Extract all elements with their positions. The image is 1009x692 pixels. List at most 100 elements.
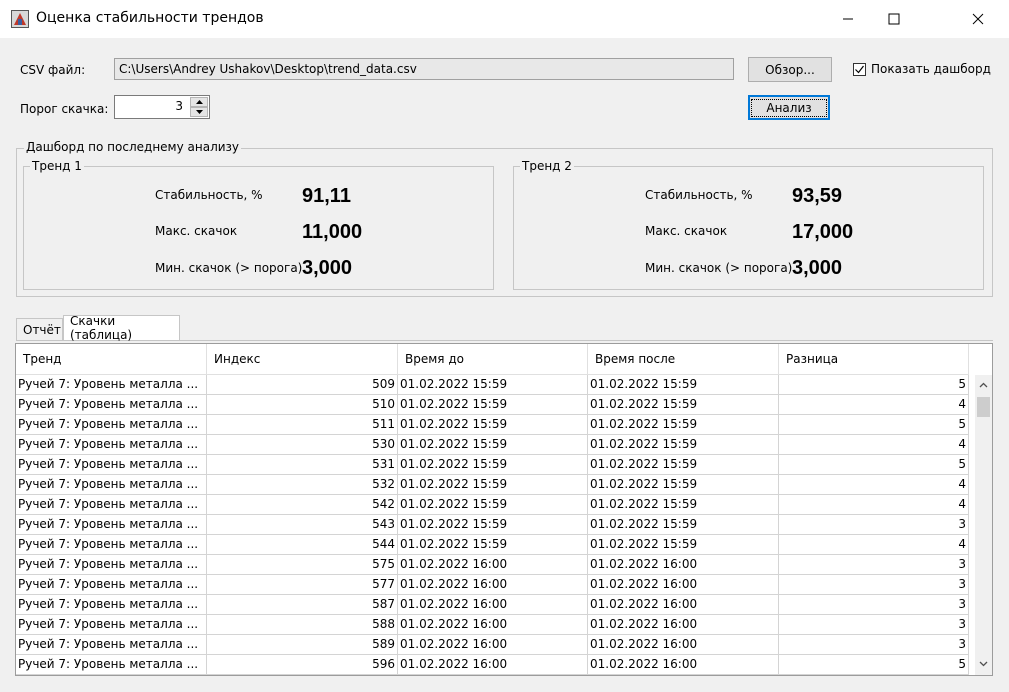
table-cell[interactable]: Ручей 7: Уровень металла ... — [16, 535, 207, 555]
maximize-button[interactable] — [871, 0, 917, 38]
table-cell[interactable]: 01.02.2022 15:59 — [398, 415, 588, 435]
table-cell[interactable]: 01.02.2022 15:59 — [398, 515, 588, 535]
table-cell[interactable]: 4 — [779, 475, 969, 495]
table-cell[interactable]: Ручей 7: Уровень металла ... — [16, 595, 207, 615]
column-header[interactable]: Тренд — [16, 344, 207, 375]
show-dashboard-checkbox[interactable]: Показать дашборд — [853, 62, 991, 76]
table-cell[interactable]: 01.02.2022 16:00 — [588, 615, 779, 635]
table-cell[interactable]: Ручей 7: Уровень металла ... — [16, 375, 207, 395]
table-cell[interactable]: 5 — [779, 375, 969, 395]
table-cell[interactable]: 588 — [207, 615, 398, 635]
table-row[interactable]: Ручей 7: Уровень металла ... 531 01.02.202… — [16, 455, 969, 475]
column-header[interactable]: Индекс — [207, 344, 398, 375]
tab-report[interactable]: Отчёт — [16, 318, 63, 340]
table-cell[interactable]: 01.02.2022 15:59 — [398, 495, 588, 515]
table-cell[interactable]: 3 — [779, 595, 969, 615]
table-cell[interactable]: 01.02.2022 16:00 — [588, 655, 779, 675]
table-cell[interactable]: Ручей 7: Уровень металла ... — [16, 475, 207, 495]
threshold-value[interactable]: 3 — [175, 99, 183, 113]
table-cell[interactable]: Ручей 7: Уровень металла ... — [16, 455, 207, 475]
close-button[interactable] — [955, 0, 1001, 38]
table-cell[interactable]: 3 — [779, 635, 969, 655]
table-cell[interactable]: 01.02.2022 15:59 — [588, 415, 779, 435]
column-header[interactable]: Время до — [398, 344, 588, 375]
table-cell[interactable]: Ручей 7: Уровень металла ... — [16, 415, 207, 435]
table-row[interactable]: Ручей 7: Уровень металла ... 509 01.02.202… — [16, 375, 969, 395]
minimize-button[interactable] — [825, 0, 871, 38]
table-cell[interactable]: 01.02.2022 16:00 — [398, 635, 588, 655]
table-row[interactable]: Ручей 7: Уровень металла ... 589 01.02.202… — [16, 635, 969, 655]
table-cell[interactable]: 01.02.2022 16:00 — [588, 575, 779, 595]
table-row[interactable]: Ручей 7: Уровень металла ... 587 01.02.202… — [16, 595, 969, 615]
table-row[interactable]: Ручей 7: Уровень металла ... 544 01.02.202… — [16, 535, 969, 555]
table-cell[interactable]: 01.02.2022 15:59 — [588, 515, 779, 535]
table-cell[interactable]: 509 — [207, 375, 398, 395]
table-cell[interactable]: 01.02.2022 16:00 — [398, 615, 588, 635]
table-cell[interactable]: Ручей 7: Уровень металла ... — [16, 555, 207, 575]
table-cell[interactable]: 01.02.2022 15:59 — [588, 395, 779, 415]
analyze-button[interactable]: Анализ — [748, 95, 830, 120]
table-cell[interactable]: 577 — [207, 575, 398, 595]
table-cell[interactable]: 4 — [779, 535, 969, 555]
table-cell[interactable]: Ручей 7: Уровень металла ... — [16, 615, 207, 635]
table-cell[interactable]: 5 — [779, 655, 969, 675]
table-cell[interactable]: 5 — [779, 415, 969, 435]
table-cell[interactable]: 01.02.2022 16:00 — [398, 595, 588, 615]
scroll-up-button[interactable] — [975, 376, 992, 393]
table-cell[interactable]: 01.02.2022 15:59 — [398, 535, 588, 555]
table-cell[interactable]: 01.02.2022 15:59 — [398, 455, 588, 475]
table-cell[interactable]: 01.02.2022 15:59 — [588, 495, 779, 515]
table-cell[interactable]: 3 — [779, 615, 969, 635]
table-cell[interactable]: 01.02.2022 16:00 — [398, 555, 588, 575]
table-cell[interactable]: 531 — [207, 455, 398, 475]
table-cell[interactable]: 511 — [207, 415, 398, 435]
table-row[interactable]: Ручей 7: Уровень металла ... 530 01.02.202… — [16, 435, 969, 455]
scroll-down-button[interactable] — [975, 655, 992, 672]
table-cell[interactable]: 01.02.2022 15:59 — [398, 375, 588, 395]
table-cell[interactable]: 596 — [207, 655, 398, 675]
table-cell[interactable]: Ручей 7: Уровень металла ... — [16, 495, 207, 515]
table-cell[interactable]: 542 — [207, 495, 398, 515]
table-cell[interactable]: 01.02.2022 16:00 — [398, 655, 588, 675]
table-cell[interactable]: Ручей 7: Уровень металла ... — [16, 395, 207, 415]
table-cell[interactable]: 01.02.2022 15:59 — [398, 395, 588, 415]
table-cell[interactable]: 510 — [207, 395, 398, 415]
threshold-spinner[interactable]: 3 — [114, 95, 210, 119]
checkbox-box[interactable] — [853, 62, 866, 76]
table-row[interactable]: Ручей 7: Уровень металла ... 532 01.02.202… — [16, 475, 969, 495]
table-cell[interactable]: 544 — [207, 535, 398, 555]
table-cell[interactable]: 01.02.2022 15:59 — [588, 375, 779, 395]
table-cell[interactable]: Ручей 7: Уровень металла ... — [16, 635, 207, 655]
table-cell[interactable]: 575 — [207, 555, 398, 575]
spinner-down-button[interactable] — [190, 107, 208, 117]
table-row[interactable]: Ручей 7: Уровень металла ... 596 01.02.202… — [16, 655, 969, 675]
table-cell[interactable]: 3 — [779, 575, 969, 595]
tab-jumps-table[interactable]: Скачки (таблица) — [63, 314, 180, 342]
table-row[interactable]: Ручей 7: Уровень металла ... 588 01.02.202… — [16, 615, 969, 635]
table-cell[interactable]: 01.02.2022 15:59 — [588, 435, 779, 455]
table-row[interactable]: Ручей 7: Уровень металла ... 575 01.02.202… — [16, 555, 969, 575]
table-cell[interactable]: Ручей 7: Уровень металла ... — [16, 515, 207, 535]
table-cell[interactable]: 530 — [207, 435, 398, 455]
table-cell[interactable]: 589 — [207, 635, 398, 655]
table-cell[interactable]: 532 — [207, 475, 398, 495]
table-cell[interactable]: 543 — [207, 515, 398, 535]
csv-path-field[interactable]: C:\Users\Andrey Ushakov\Desktop\trend_da… — [114, 58, 734, 80]
table-row[interactable]: Ручей 7: Уровень металла ... 511 01.02.202… — [16, 415, 969, 435]
table-cell[interactable]: 01.02.2022 15:59 — [588, 475, 779, 495]
table-cell[interactable]: 4 — [779, 395, 969, 415]
table-cell[interactable]: 4 — [779, 435, 969, 455]
table-cell[interactable]: 01.02.2022 15:59 — [588, 455, 779, 475]
table-cell[interactable]: Ручей 7: Уровень металла ... — [16, 435, 207, 455]
table-cell[interactable]: 01.02.2022 16:00 — [588, 635, 779, 655]
table-cell[interactable]: 01.02.2022 15:59 — [398, 475, 588, 495]
table-cell[interactable]: 587 — [207, 595, 398, 615]
table-cell[interactable]: Ручей 7: Уровень металла ... — [16, 655, 207, 675]
table-row[interactable]: Ручей 7: Уровень металла ... 543 01.02.202… — [16, 515, 969, 535]
table-cell[interactable]: 01.02.2022 16:00 — [588, 595, 779, 615]
jumps-table[interactable]: Тренд Индекс Время до Время после Разница Ру… — [15, 343, 993, 676]
table-cell[interactable]: 5 — [779, 455, 969, 475]
browse-button[interactable]: Обзор... — [748, 57, 832, 82]
table-row[interactable]: Ручей 7: Уровень металла ... 510 01.02.202… — [16, 395, 969, 415]
column-header[interactable]: Время после — [588, 344, 779, 375]
